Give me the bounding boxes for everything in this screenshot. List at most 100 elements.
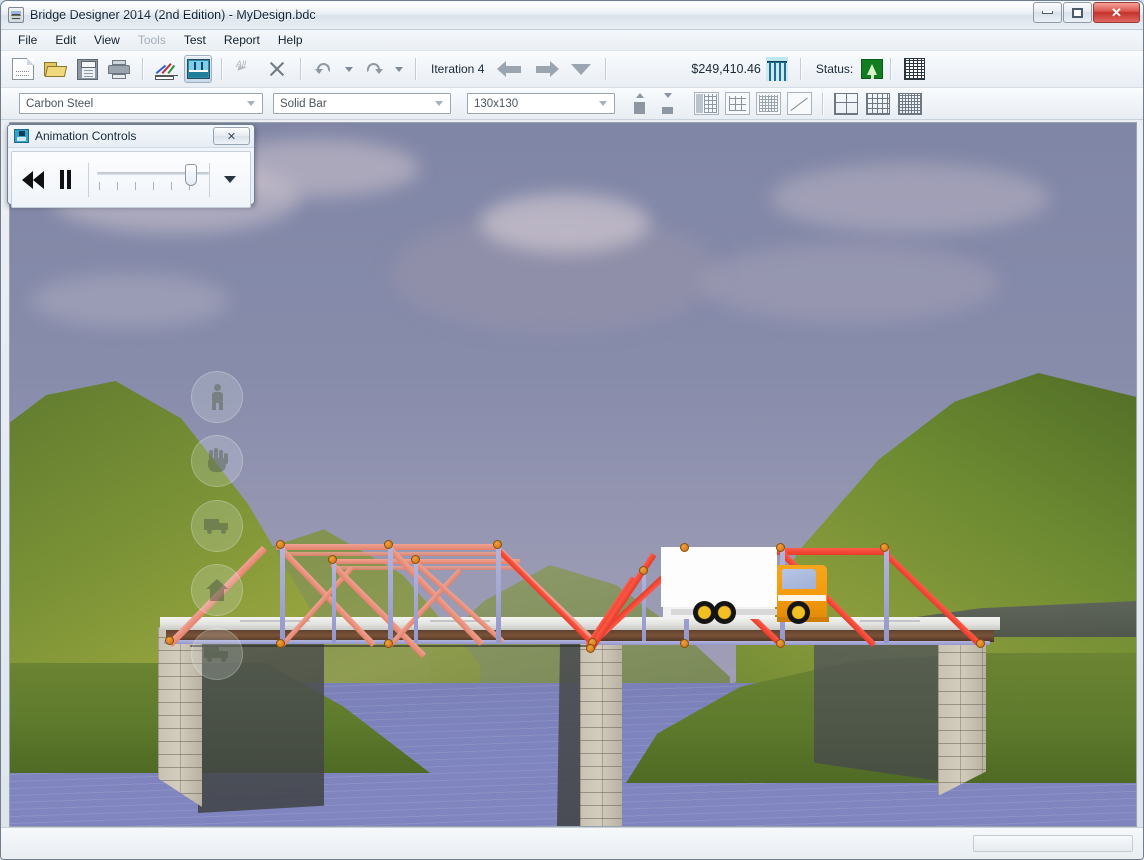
truss-member-top-chord-2[interactable]	[330, 559, 520, 564]
truss-member-vertical[interactable]	[884, 548, 889, 643]
animation-controls-body	[11, 151, 251, 208]
truss-joint[interactable]	[493, 540, 502, 549]
vehicle-view-icon	[204, 646, 230, 662]
minimize-icon	[1042, 11, 1053, 14]
truss-member-vertical[interactable]	[388, 545, 393, 643]
increase-size-button[interactable]	[628, 92, 650, 116]
pause-button[interactable]	[50, 164, 80, 196]
status-ok-icon	[867, 64, 877, 75]
medium-grid-button[interactable]	[866, 93, 890, 115]
vehicle-view-button[interactable]	[191, 628, 243, 680]
iteration-dropdown-button[interactable]	[571, 64, 591, 75]
previous-iteration-button[interactable]	[497, 61, 523, 78]
chevron-down-icon	[435, 101, 443, 106]
truss-joint[interactable]	[776, 639, 785, 648]
member-detail-view-button[interactable]	[725, 92, 750, 115]
truss-joint[interactable]	[586, 644, 595, 653]
bridge-3d-viewport[interactable]	[9, 122, 1137, 827]
truss-joint[interactable]	[276, 540, 285, 549]
truss-joint[interactable]	[165, 636, 174, 645]
truck-windshield	[782, 569, 816, 589]
cost-calculator-button[interactable]	[763, 55, 791, 83]
save-button[interactable]	[73, 55, 101, 83]
coarse-grid-button[interactable]	[834, 93, 858, 115]
undo-dropdown-icon[interactable]	[345, 67, 353, 72]
truss-joint[interactable]	[880, 543, 889, 552]
menu-item-test[interactable]: Test	[175, 32, 215, 48]
truss-member-vertical[interactable]	[414, 560, 418, 643]
truss-joint[interactable]	[411, 555, 420, 564]
truss-joint[interactable]	[328, 555, 337, 564]
slider-thumb[interactable]	[185, 164, 197, 186]
truck-follow-button[interactable]	[191, 500, 243, 552]
animation-panel-close-button[interactable]: ✕	[213, 127, 250, 145]
truss-joint[interactable]	[384, 540, 393, 549]
app-icon	[8, 7, 24, 23]
menu-item-view[interactable]: View	[85, 32, 129, 48]
load-test-button[interactable]	[184, 55, 212, 83]
rewind-icon	[22, 171, 48, 189]
fine-grid-button[interactable]	[898, 93, 922, 115]
new-button[interactable]	[9, 55, 37, 83]
graph-ruler-icon	[155, 59, 178, 80]
save-disk-icon	[77, 59, 98, 80]
minimize-button[interactable]	[1033, 2, 1062, 23]
status-badge[interactable]	[861, 59, 883, 79]
close-button[interactable]: ✕	[1093, 2, 1140, 23]
home-view-button[interactable]	[191, 564, 243, 616]
member-list-view-button[interactable]	[694, 92, 719, 115]
maximize-button[interactable]	[1063, 2, 1092, 23]
menu-item-file[interactable]: File	[9, 32, 46, 48]
load-test-report-button[interactable]	[152, 55, 180, 83]
sketch-view-button[interactable]	[787, 92, 812, 115]
undo-button[interactable]	[310, 55, 338, 83]
size-select[interactable]: 130x130	[467, 93, 615, 114]
truss-member-vertical[interactable]	[642, 570, 646, 643]
truss-joint[interactable]	[276, 639, 285, 648]
bridge-load-test-icon	[187, 59, 210, 79]
truss-joint[interactable]	[384, 639, 393, 648]
load-diagram-view-button[interactable]	[756, 92, 781, 115]
print-button[interactable]	[105, 55, 133, 83]
truss-member-bottom-chord[interactable]	[590, 641, 990, 645]
section-select[interactable]: Solid Bar	[273, 93, 451, 114]
truss-member-vertical[interactable]	[496, 545, 501, 643]
truck-follow-icon	[204, 518, 230, 534]
truss-joint[interactable]	[680, 639, 689, 648]
iteration-label: Iteration 4	[423, 62, 492, 76]
menu-item-edit[interactable]: Edit	[46, 32, 85, 48]
toolbar-separator	[221, 58, 222, 80]
decrease-size-button[interactable]	[656, 92, 678, 116]
animation-speed-slider[interactable]	[97, 162, 201, 198]
hand-pan-icon	[206, 449, 228, 473]
animation-panel-title-bar[interactable]: Animation Controls ✕	[8, 125, 254, 148]
next-iteration-button[interactable]	[533, 61, 559, 78]
delete-button[interactable]	[263, 55, 291, 83]
animation-options-button[interactable]	[218, 166, 242, 194]
open-button[interactable]	[41, 55, 69, 83]
truss-joint[interactable]	[976, 639, 985, 648]
menu-item-report[interactable]: Report	[215, 32, 269, 48]
truss-joint[interactable]	[639, 566, 648, 575]
main-toolbar: All Iteration 4 $249,410.46 Status:	[1, 51, 1143, 88]
truss-member-vertical[interactable]	[280, 545, 285, 643]
rewind-button[interactable]	[20, 164, 50, 196]
divider	[209, 163, 210, 197]
redo-dropdown-icon[interactable]	[395, 67, 403, 72]
walk-view-icon	[209, 384, 225, 410]
truss-joint[interactable]	[776, 543, 785, 552]
walk-view-button[interactable]	[191, 371, 243, 423]
report-button[interactable]	[900, 55, 928, 83]
redo-button[interactable]	[360, 55, 388, 83]
truss-member-vertical[interactable]	[332, 560, 336, 643]
menu-item-help[interactable]: Help	[269, 32, 312, 48]
animation-panel-icon	[14, 129, 29, 143]
truss-member-top-chord-2-back[interactable]	[335, 566, 520, 570]
truss-joint[interactable]	[680, 543, 689, 552]
hand-pan-button[interactable]	[191, 435, 243, 487]
status-bar	[1, 827, 1143, 859]
material-select[interactable]: Carbon Steel	[19, 93, 263, 114]
truck-trailer	[661, 547, 777, 607]
animation-controls-panel[interactable]: Animation Controls ✕	[7, 124, 255, 205]
open-folder-icon	[44, 60, 66, 78]
